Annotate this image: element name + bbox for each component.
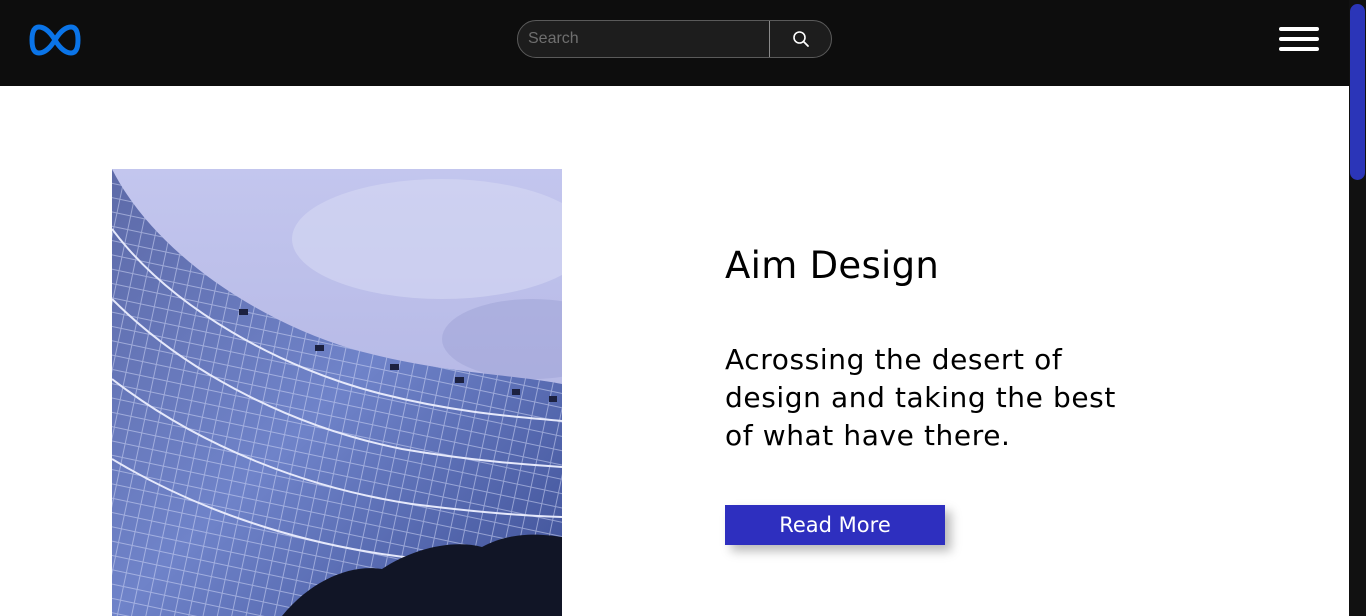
hamburger-menu-icon[interactable] [1279,27,1319,51]
scrollbar-thumb[interactable] [1350,4,1365,180]
meta-logo-icon[interactable] [29,22,81,58]
search-icon [793,31,809,47]
navbar [0,0,1366,86]
menu-bar-bottom [1279,47,1319,51]
menu-bar-top [1279,27,1319,31]
page-scrollbar[interactable] [1349,0,1366,616]
search-button[interactable] [769,21,831,57]
read-more-button[interactable]: Read More [725,505,945,545]
hero-title: Aim Design [725,244,940,287]
menu-bar-middle [1279,37,1319,41]
hero-building-image [112,169,562,616]
search-input[interactable] [518,21,769,57]
search-bar [517,20,832,58]
hero-description: Acrossing the desert of design and takin… [725,343,1116,452]
